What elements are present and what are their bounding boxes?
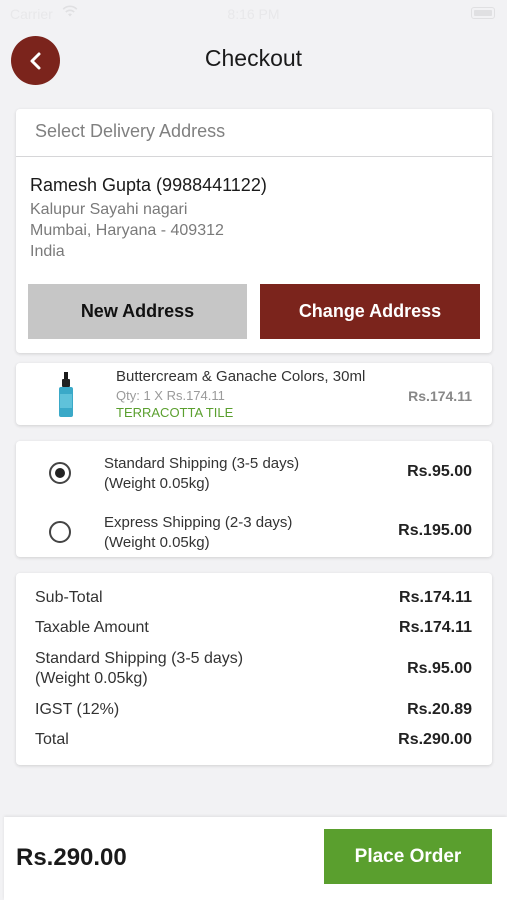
shipping-option-label: Express Shipping (2-3 days) (Weight 0.05… [104,513,344,553]
address-country: India [30,243,65,260]
product-bottle-image [59,372,73,417]
shipping-options: Standard Shipping (3-5 days) (Weight 0.0… [16,441,492,557]
change-address-button[interactable]: Change Address [260,284,480,339]
address-line-1: Kalupur Sayahi nagari [30,201,188,218]
shipping-option-price: Rs.195.00 [398,522,472,539]
radio-unselected-icon[interactable] [49,521,71,543]
product-quantity: Qty: 1 X Rs.174.11 [116,388,225,403]
product-price: Rs.174.11 [408,388,472,404]
address-card: Select Delivery Address Ramesh Gupta (99… [16,109,492,353]
summary-label: Standard Shipping (3-5 days) (Weight 0.0… [35,650,244,687]
address-name: Ramesh Gupta (9988441122) [30,175,267,195]
summary-label: Taxable Amount [35,619,149,636]
page-title: Checkout [204,45,303,71]
address-section-header[interactable]: Select Delivery Address [16,109,492,157]
battery-icon [471,7,495,19]
shipping-option-price: Rs.95.00 [407,463,472,480]
summary-value: Rs.174.11 [399,619,472,636]
clock: 8:16 PM [227,6,280,22]
summary-label: Sub-Total [35,589,103,606]
product-item: Buttercream & Ganache Colors, 30ml Qty: … [16,363,492,425]
order-summary: Sub-Total Rs.174.11 Taxable Amount Rs.17… [16,573,492,765]
checkout-footer: Rs.290.00 Place Order [4,817,507,900]
shipping-option-title: Express Shipping (2-3 days) [104,514,293,531]
summary-value: Rs.95.00 [407,660,472,677]
address-actions: New Address Change Address [28,284,480,339]
shipping-option-label: Standard Shipping (3-5 days) (Weight 0.0… [104,454,344,494]
shipping-option-title: Standard Shipping (3-5 days) [104,455,300,472]
product-variant: TERRACOTTA TILE [116,405,234,420]
summary-label: Total [35,731,69,748]
address-line-2: Mumbai, Haryana - 409312 [30,222,224,239]
address-details: Ramesh Gupta (9988441122) Kalupur Sayahi… [16,157,492,262]
shipping-option-weight: (Weight 0.05kg) [104,475,210,492]
summary-value: Rs.20.89 [407,701,472,718]
new-address-button[interactable]: New Address [28,284,247,339]
status-bar: Carrier 8:16 PM [0,0,507,28]
order-total: Rs.290.00 [16,844,127,871]
shipping-option-express[interactable]: Express Shipping (2-3 days) (Weight 0.05… [16,504,492,558]
shipping-option-weight: (Weight 0.05kg) [104,534,210,551]
product-name: Buttercream & Ganache Colors, 30ml [116,368,366,385]
summary-label: IGST (12%) [35,701,120,718]
radio-selected-icon[interactable] [49,462,71,484]
summary-value: Rs.290.00 [398,731,472,748]
summary-value: Rs.174.11 [399,589,472,606]
shipping-option-standard[interactable]: Standard Shipping (3-5 days) (Weight 0.0… [16,445,492,499]
place-order-button[interactable]: Place Order [324,829,492,884]
